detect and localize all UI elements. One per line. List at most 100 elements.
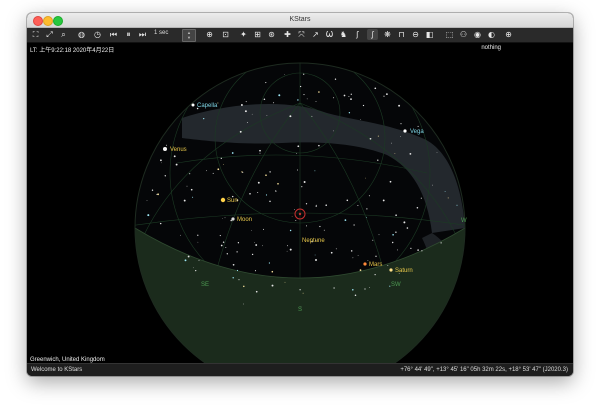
star xyxy=(365,177,366,179)
star xyxy=(297,145,300,148)
star xyxy=(278,94,281,97)
close-window-button[interactable] xyxy=(33,16,43,26)
star xyxy=(165,144,167,146)
star xyxy=(283,74,285,75)
target-crosshair-icon[interactable]: ⊕ xyxy=(503,29,514,40)
star xyxy=(243,285,245,288)
satellites-icon[interactable]: ◧ xyxy=(424,29,435,40)
star xyxy=(301,186,303,188)
star xyxy=(400,123,402,125)
step-down-icon[interactable]: ▼ xyxy=(183,35,195,40)
comets-toggle-icon[interactable]: ✚ xyxy=(282,29,293,40)
star xyxy=(186,185,188,187)
star xyxy=(284,281,286,283)
pause-icon[interactable]: ⏸ xyxy=(123,29,134,40)
star xyxy=(444,191,446,192)
star xyxy=(255,244,258,246)
star xyxy=(386,93,388,95)
star xyxy=(159,222,162,225)
star xyxy=(359,269,362,271)
planets-toggle-icon[interactable]: ⊛ xyxy=(266,29,277,40)
star xyxy=(197,241,199,243)
ground-toggle-icon[interactable]: ⊓ xyxy=(396,29,407,40)
sky-canvas[interactable]: Venus Capella Vega Sun Moon Neptune Mars… xyxy=(27,43,573,364)
constellation-art-icon[interactable]: ↗ xyxy=(310,29,321,40)
moon-label: Moon xyxy=(237,217,252,223)
star xyxy=(366,216,367,218)
star xyxy=(212,172,214,174)
sky-map[interactable]: Venus Capella Vega Sun Moon Neptune Mars… xyxy=(27,43,573,364)
set-time-icon[interactable]: ◷ xyxy=(92,29,103,40)
mars-marker[interactable] xyxy=(363,262,367,266)
center-earth-icon[interactable]: ◍ xyxy=(76,29,87,40)
star xyxy=(195,269,197,272)
star xyxy=(350,250,353,252)
star xyxy=(403,221,406,224)
star xyxy=(189,173,191,175)
constellation-names-icon[interactable]: Ѡ xyxy=(324,29,335,40)
sun-marker[interactable] xyxy=(220,197,226,203)
venus-marker[interactable] xyxy=(163,147,167,151)
star xyxy=(362,104,365,107)
star xyxy=(240,104,243,106)
window-title: KStars xyxy=(289,16,311,23)
star xyxy=(254,270,257,272)
star xyxy=(175,163,178,166)
constellation-lines-icon[interactable]: ⤧ xyxy=(296,29,307,40)
star xyxy=(333,287,335,289)
star xyxy=(343,94,346,97)
fullscreen-icon[interactable]: ⛶ xyxy=(30,29,41,40)
star xyxy=(289,248,292,251)
equatorial-grid-icon[interactable]: ∫ xyxy=(367,29,378,40)
capella-marker[interactable] xyxy=(191,103,195,107)
star xyxy=(151,189,154,191)
star xyxy=(409,152,412,155)
horizontal-grid-icon[interactable]: ❋ xyxy=(382,29,393,40)
skip-back-icon[interactable]: ⏮ xyxy=(108,29,119,40)
compass-w: W xyxy=(461,218,467,224)
zoom-fit-icon[interactable]: ⤢ xyxy=(44,29,55,40)
zoom-in-icon[interactable]: ⊕ xyxy=(204,29,215,40)
boundaries-icon[interactable]: ♞ xyxy=(338,29,349,40)
telescope-icon[interactable]: ◐ xyxy=(486,29,497,40)
star xyxy=(299,85,302,88)
maximize-window-button[interactable] xyxy=(53,16,63,26)
star xyxy=(416,206,419,209)
star xyxy=(332,130,334,132)
status-bar: Welcome to KStars +76° 44' 49", +13° 45'… xyxy=(27,363,573,376)
fov-symbols-icon[interactable]: ◉ xyxy=(472,29,483,40)
hips-icon[interactable]: ⚇ xyxy=(458,29,469,40)
vega-marker[interactable] xyxy=(403,129,407,133)
moon-marker[interactable] xyxy=(231,217,235,221)
zoom-box-icon[interactable]: ⊡ xyxy=(220,29,231,40)
star xyxy=(157,193,159,196)
star xyxy=(394,153,396,154)
star xyxy=(197,234,199,236)
time-step-spinner[interactable]: ▲ ▼ xyxy=(182,29,196,42)
star xyxy=(330,251,333,254)
star xyxy=(289,115,292,118)
star xyxy=(222,218,223,219)
stars-toggle-icon[interactable]: ✦ xyxy=(238,29,249,40)
star xyxy=(344,219,347,221)
star xyxy=(391,241,394,244)
milky-way-icon[interactable]: ʃ xyxy=(352,29,363,40)
star xyxy=(251,253,254,256)
star xyxy=(303,94,305,96)
star xyxy=(226,253,228,255)
star xyxy=(266,115,268,116)
star xyxy=(249,193,251,195)
star xyxy=(392,234,394,236)
star xyxy=(440,242,442,244)
find-object-icon[interactable]: ⌕ xyxy=(58,29,69,40)
saturn-marker[interactable] xyxy=(389,268,393,272)
star xyxy=(311,115,313,117)
deep-sky-toggle-icon[interactable]: ⊞ xyxy=(252,29,263,40)
skip-forward-icon[interactable]: ⏭ xyxy=(137,29,148,40)
star xyxy=(352,257,354,259)
star xyxy=(265,194,268,196)
flags-icon[interactable]: ⊖ xyxy=(410,29,421,40)
supernovae-icon[interactable]: ⬚ xyxy=(444,29,455,40)
minimize-window-button[interactable] xyxy=(43,16,53,26)
star xyxy=(456,204,458,206)
